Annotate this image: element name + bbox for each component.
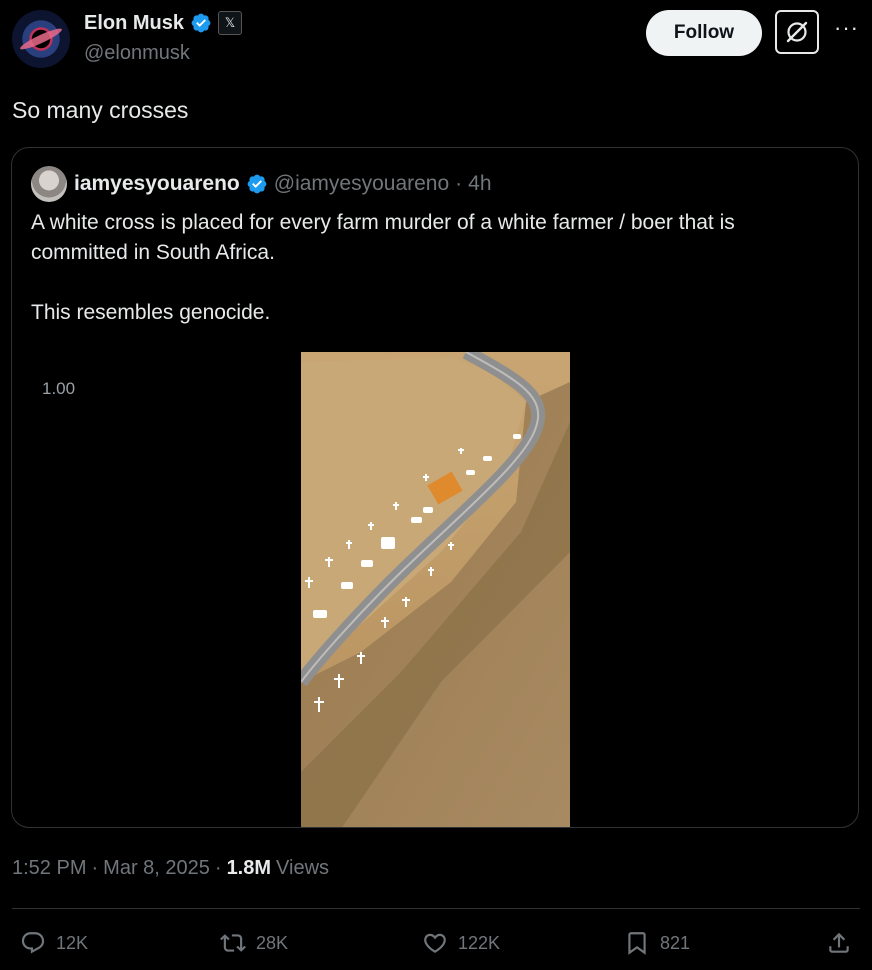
quoted-author-handle[interactable]: @iamyesyouareno: [274, 172, 449, 196]
author-name-row: Elon Musk 𝕏: [84, 11, 243, 35]
meta-separator: ·: [214, 857, 222, 879]
quoted-author-avatar[interactable]: [31, 166, 67, 202]
author-handle[interactable]: @elonmusk: [84, 42, 190, 65]
grok-icon[interactable]: [775, 10, 819, 54]
quoted-tweet-card[interactable]: iamyesyouareno @iamyesyouareno · 4h A wh…: [11, 147, 859, 828]
repost-count: 28K: [256, 932, 289, 953]
bookmark-count: 821: [660, 932, 691, 953]
views-label: Views: [276, 857, 330, 879]
more-options-button[interactable]: ···: [834, 17, 859, 39]
share-button[interactable]: [826, 930, 852, 956]
action-bar: 12K 28K 122K 821: [0, 925, 872, 965]
tweet-time[interactable]: 1:52 PM: [12, 857, 86, 880]
media-playback-indicator: 1.00: [42, 379, 76, 398]
like-button[interactable]: 122K: [422, 930, 500, 956]
quoted-tweet-text: A white cross is placed for every farm m…: [31, 208, 831, 328]
verified-badge-icon: [247, 174, 267, 194]
verified-badge-icon: [191, 13, 211, 33]
like-count: 122K: [458, 932, 501, 953]
x-affiliate-badge-icon: 𝕏: [218, 11, 243, 35]
divider: [12, 908, 860, 909]
video-thumbnail: [301, 352, 570, 827]
quoted-author-name[interactable]: iamyesyouareno: [74, 172, 240, 196]
tweet-meta: 1:52 PM · Mar 8, 2025 · 1.8M Views: [12, 857, 329, 880]
author-name[interactable]: Elon Musk: [84, 12, 184, 35]
repost-icon: [220, 934, 246, 952]
bookmark-button[interactable]: 821: [624, 930, 690, 956]
heart-icon: [424, 933, 446, 953]
repost-button[interactable]: 28K: [220, 930, 288, 956]
reply-icon: [21, 932, 45, 954]
quoted-paragraph: A white cross is placed for every farm m…: [31, 211, 735, 264]
quoted-video[interactable]: [301, 352, 570, 827]
meta-separator: ·: [91, 857, 99, 879]
reply-count: 12K: [56, 932, 89, 953]
tweet-text: So many crosses: [12, 97, 189, 123]
tweet-date[interactable]: Mar 8, 2025: [103, 857, 210, 880]
quoted-separator: ·: [455, 172, 463, 195]
quoted-tweet-header: iamyesyouareno @iamyesyouareno · 4h: [74, 172, 492, 196]
quoted-paragraph: This resembles genocide.: [31, 301, 271, 324]
grok-slash-icon: [786, 21, 808, 43]
reply-button[interactable]: 12K: [20, 930, 88, 956]
author-avatar[interactable]: [12, 10, 70, 68]
bookmark-icon: [628, 932, 646, 955]
follow-button[interactable]: Follow: [646, 10, 762, 56]
quoted-timestamp[interactable]: 4h: [468, 172, 491, 196]
share-icon: [829, 932, 849, 953]
views-count: 1.8M: [226, 857, 272, 879]
